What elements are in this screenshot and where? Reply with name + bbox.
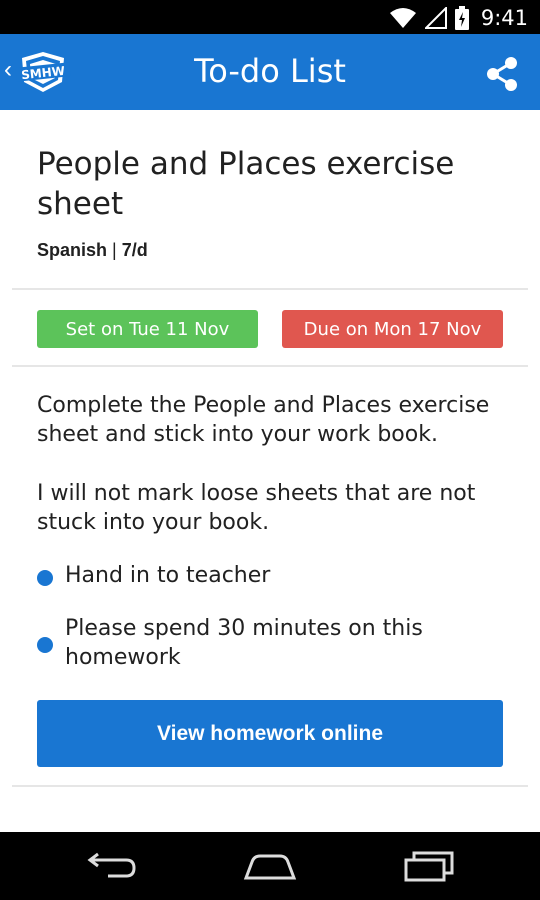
share-icon — [487, 57, 517, 91]
status-bar: 9:41 — [0, 0, 540, 34]
status-time: 9:41 — [480, 6, 528, 30]
bullet-icon — [37, 570, 53, 586]
divider — [12, 288, 528, 290]
bullet-icon — [37, 637, 53, 653]
nav-recents-button[interactable] — [400, 848, 460, 884]
wifi-icon — [389, 8, 416, 28]
back-icon — [87, 852, 136, 878]
description-paragraph: Complete the People and Places exercise … — [37, 393, 490, 447]
description-paragraph: I will not mark loose sheets that are no… — [37, 481, 476, 535]
list-item-text: Please spend 30 minutes on this homework — [65, 616, 423, 670]
subject-separator: | — [112, 240, 117, 260]
list-item-text: Hand in to teacher — [65, 563, 271, 588]
homework-title: People and Places exercise sheet — [37, 146, 455, 222]
battery-charging-icon — [454, 6, 469, 30]
homework-subject-line: Spanish | 7/d — [37, 240, 148, 261]
nav-home-button[interactable] — [240, 848, 300, 884]
divider — [12, 785, 528, 787]
app-bar: ‹ SMHW To-do List — [0, 34, 540, 110]
status-icons: 9:41 — [389, 4, 528, 32]
homework-detail: People and Places exercise sheet Spanish… — [0, 110, 540, 832]
home-icon — [243, 854, 297, 880]
page-title: To-do List — [194, 52, 346, 90]
due-date-badge: Due on Mon 17 Nov — [282, 310, 503, 348]
divider — [12, 365, 528, 367]
class-name: 7/d — [121, 240, 148, 260]
navigation-bar — [0, 832, 540, 900]
view-homework-online-button[interactable]: View homework online — [37, 700, 503, 767]
subject-name: Spanish — [37, 240, 108, 260]
nav-back-button[interactable] — [82, 848, 142, 884]
share-button[interactable] — [482, 54, 522, 94]
set-date-badge: Set on Tue 11 Nov — [37, 310, 258, 348]
signal-icon — [424, 7, 447, 29]
recents-icon — [404, 851, 454, 882]
